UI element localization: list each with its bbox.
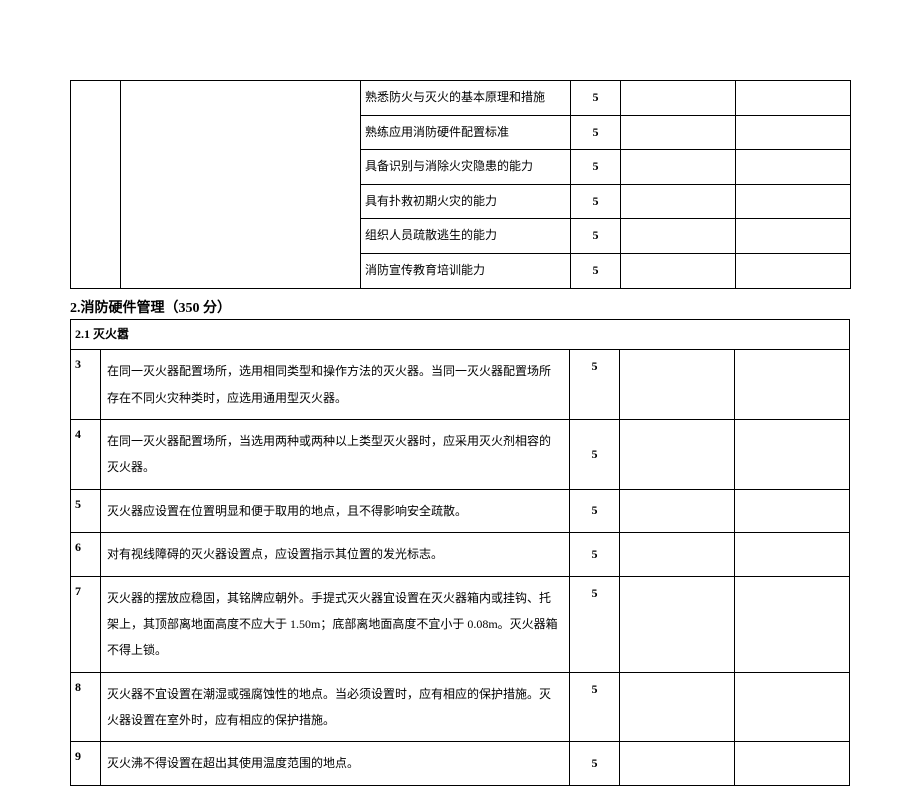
score-cell: 5: [571, 253, 621, 288]
table-row: 4 在同一灭火器配置场所，当选用两种或两种以上类型灭火器时，应采用灭火剂相容的灭…: [71, 419, 850, 489]
score-cell: 5: [569, 350, 619, 420]
requirement-cell: 组织人员疏散逃生的能力: [361, 219, 571, 254]
requirement-cell: 熟练应用消防硬件配置标准: [361, 115, 571, 150]
score-cell: 5: [569, 419, 619, 489]
subsection-title: 2.1 灭火嚣: [71, 319, 850, 350]
index-cell: 9: [71, 742, 101, 785]
table-row: 9 灭火沸不得设置在超出其使用温度范围的地点。 5: [71, 742, 850, 785]
index-cell: 6: [71, 533, 101, 576]
index-cell: 7: [71, 576, 101, 672]
requirement-cell: 具备识别与消除火灾隐患的能力: [361, 150, 571, 185]
score-cell: 5: [571, 150, 621, 185]
requirement-cell: 具有扑救初期火灾的能力: [361, 184, 571, 219]
description-cell: 在同一灭火器配置场所，选用相同类型和操作方法的灭火器。当同一灭火器配置场所存在不…: [101, 350, 570, 420]
requirements-table-upper: 熟悉防火与灭火的基本原理和措施 5 熟练应用消防硬件配置标准 5 具备识别与消除…: [70, 80, 851, 289]
description-cell: 灭火器不宜设置在潮湿或强腐蚀性的地点。当必须设置时，应有相应的保护措施。灭火器设…: [101, 672, 570, 742]
index-cell: 4: [71, 419, 101, 489]
score-cell: 5: [571, 115, 621, 150]
table-row: 8 灭火器不宜设置在潮湿或强腐蚀性的地点。当必须设置时，应有相应的保护措施。灭火…: [71, 672, 850, 742]
description-cell: 灭火器的摆放应稳固，其铭牌应朝外。手提式灭火器宜设置在灭火器箱内或挂钩、托架上，…: [101, 576, 570, 672]
index-cell: 3: [71, 350, 101, 420]
table-row: 6 对有视线障碍的灭火器设置点，应设置指示其位置的发光标志。 5: [71, 533, 850, 576]
subsection-header: 2.1 灭火嚣: [71, 319, 850, 350]
table-row: 5 灭火器应设置在位置明显和便于取用的地点，且不得影响安全疏散。 5: [71, 489, 850, 532]
description-cell: 灭火沸不得设置在超出其使用温度范围的地点。: [101, 742, 570, 785]
score-cell: 5: [571, 81, 621, 116]
score-cell: 5: [569, 533, 619, 576]
index-cell: 5: [71, 489, 101, 532]
description-cell: 对有视线障碍的灭火器设置点，应设置指示其位置的发光标志。: [101, 533, 570, 576]
table-row: 熟悉防火与灭火的基本原理和措施 5: [71, 81, 851, 116]
requirement-cell: 熟悉防火与灭火的基本原理和措施: [361, 81, 571, 116]
description-cell: 灭火器应设置在位置明显和便于取用的地点，且不得影响安全疏散。: [101, 489, 570, 532]
section-title: 2.消防硬件管理（350 分）: [70, 297, 850, 317]
description-cell: 在同一灭火器配置场所，当选用两种或两种以上类型灭火器时，应采用灭火剂相容的灭火器…: [101, 419, 570, 489]
table-row: 3 在同一灭火器配置场所，选用相同类型和操作方法的灭火器。当同一灭火器配置场所存…: [71, 350, 850, 420]
fire-extinguisher-table: 2.1 灭火嚣 3 在同一灭火器配置场所，选用相同类型和操作方法的灭火器。当同一…: [70, 319, 850, 786]
index-cell: 8: [71, 672, 101, 742]
score-cell: 5: [569, 576, 619, 672]
score-cell: 5: [571, 219, 621, 254]
score-cell: 5: [569, 672, 619, 742]
score-cell: 5: [571, 184, 621, 219]
requirement-cell: 消防宣传教育培训能力: [361, 253, 571, 288]
score-cell: 5: [569, 742, 619, 785]
table-row: 7 灭火器的摆放应稳固，其铭牌应朝外。手提式灭火器宜设置在灭火器箱内或挂钩、托架…: [71, 576, 850, 672]
score-cell: 5: [569, 489, 619, 532]
